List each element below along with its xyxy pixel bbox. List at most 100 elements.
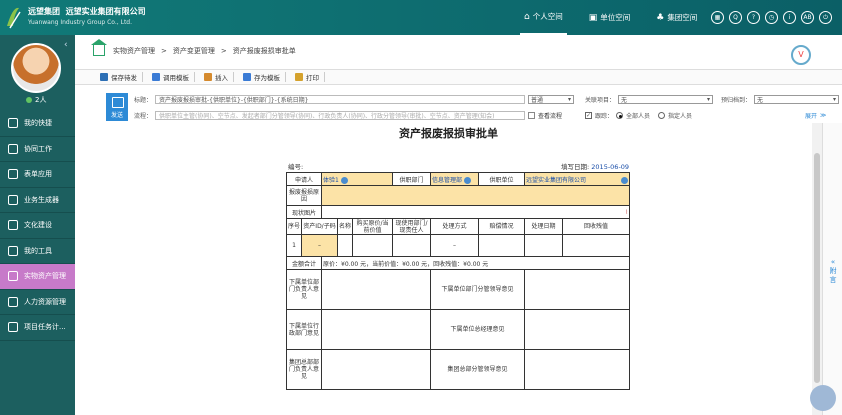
vertical-scrollbar[interactable]: [812, 123, 822, 415]
track-label: 跟踪：: [595, 113, 614, 120]
topnav-label: 单位空间: [600, 13, 631, 22]
photo-label: 现状图片: [285, 205, 323, 219]
topnav-home[interactable]: ⌂ 个人空间: [520, 0, 567, 35]
sidebar-item[interactable]: 项目任务计...: [0, 315, 75, 341]
toolbar-icon: [152, 73, 160, 81]
send-button[interactable]: 发送: [106, 93, 128, 121]
track-checkbox[interactable]: ✓: [585, 112, 592, 119]
breadcrumb: 实物资产管理 > 资产变更管理 > 资产报废报损审批单: [91, 39, 296, 56]
user-picker-icon[interactable]: [340, 176, 348, 184]
sidebar-item-label: 实物资产管理: [24, 272, 66, 281]
search-icon[interactable]: Q: [729, 11, 742, 24]
ab-icon[interactable]: AB: [801, 11, 814, 24]
title-input[interactable]: 资产报废报损审批-{供职单位}-{供职部门}-{系统日期}: [155, 95, 526, 104]
sidebar-item[interactable]: 我的快捷: [0, 111, 75, 137]
info-icon[interactable]: i: [783, 11, 796, 24]
home-icon[interactable]: [91, 39, 107, 56]
column-header: 回收残值: [562, 218, 631, 235]
expand-button[interactable]: 展开 ≫: [805, 111, 826, 120]
sidebar-item[interactable]: 表单应用: [0, 162, 75, 188]
unit-label: 供职单位: [478, 172, 526, 186]
flow-input[interactable]: 供职单位主管(协同)、空节点、发起者部门分管领导(协同)、行政负责人(协同)、行…: [155, 111, 526, 120]
column-header: 赔偿情况: [478, 218, 526, 235]
grid-icon[interactable]: ▦: [711, 11, 724, 24]
specified-people-radio[interactable]: [658, 112, 666, 119]
power-icon[interactable]: ⏻: [819, 11, 832, 24]
sidebar-item[interactable]: 文化建设: [0, 213, 75, 239]
dept-picker-icon[interactable]: [464, 176, 472, 184]
sidebar: ‹ 2人 我的快捷协同工作 表单应用业务生成器文化建设 我的工具实物资产管理人力资源…: [0, 35, 75, 415]
department-cell[interactable]: [392, 234, 432, 257]
breadcrumb-item[interactable]: 资产变更管理: [173, 46, 215, 56]
toolbar-button[interactable]: 存为模板: [238, 72, 286, 82]
priority-select[interactable]: 普通: [528, 95, 575, 104]
flow-row: 流程： 供职单位主管(协同)、空节点、发起者部门分管领导(协同)、行政负责人(协…: [134, 111, 562, 120]
related-project-select[interactable]: 无: [618, 95, 714, 104]
postscript-panel[interactable]: «附言: [822, 123, 842, 415]
sidebar-item[interactable]: 人力资源管理: [0, 290, 75, 315]
help-icon[interactable]: ?: [747, 11, 760, 24]
opinion-field[interactable]: [524, 349, 631, 390]
applicant-field[interactable]: 体验1: [321, 172, 394, 186]
asset-name-cell[interactable]: [337, 234, 354, 257]
topnav-group[interactable]: ♣ 集团空间: [652, 0, 701, 35]
sidebar-item[interactable]: 协同工作: [0, 137, 75, 162]
avatar[interactable]: [11, 43, 61, 93]
topnav-label: 个人空间: [532, 12, 563, 21]
online-status-icon: [26, 97, 32, 103]
all-people-radio[interactable]: [616, 112, 624, 119]
toolbar-button[interactable]: 调用模板: [147, 72, 195, 82]
menu-icon: [8, 296, 18, 307]
sidebar-item-label: 业务生成器: [24, 195, 59, 204]
sidebar-item-label: 我的快捷: [24, 119, 52, 128]
handle-date-cell[interactable]: [524, 234, 564, 257]
view-flow-button[interactable]: 查看流程: [538, 111, 562, 120]
opinion-label: 下属单位部门负责人意见: [285, 269, 323, 310]
top-icon-bar: ▦ Q? ◷ i AB ⏻: [706, 0, 832, 35]
toolbar-button[interactable]: 保存待发: [95, 72, 143, 82]
reason-label: 报废报损原因: [285, 185, 323, 206]
opinion-field[interactable]: [524, 269, 631, 310]
column-header: 现使用部门/现责任人: [392, 218, 432, 235]
speaker-icon[interactable]: [810, 385, 836, 411]
opinion-field[interactable]: [321, 269, 432, 310]
opinion-field[interactable]: [321, 349, 432, 390]
handling-cell[interactable]: –: [430, 234, 480, 257]
sidebar-item[interactable]: 我的工具: [0, 239, 75, 264]
archive-select[interactable]: 无: [754, 95, 840, 104]
column-header: 处理日期: [524, 218, 564, 235]
opinion-field[interactable]: [321, 309, 432, 350]
timer-icon[interactable]: V: [791, 45, 811, 65]
fill-date: 填写日期: 2015-06-09: [561, 163, 630, 171]
compensation-cell[interactable]: [478, 234, 526, 257]
clock-icon[interactable]: ◷: [765, 11, 778, 24]
top-nav: ⌂ 个人空间 ▣ 单位空间 ♣ 集团空间: [520, 0, 719, 35]
toolbar-label: 存为模板: [254, 74, 280, 82]
form-title: 资产报废报损审批单: [399, 127, 498, 140]
chevron-down-icon: ≫: [820, 112, 827, 119]
opinion-field[interactable]: [524, 309, 631, 350]
topnav-building[interactable]: ▣ 单位空间: [585, 0, 635, 35]
toolbar-button[interactable]: 插入: [199, 72, 234, 82]
toolbar-button[interactable]: 打印: [290, 72, 325, 82]
menu-icon: [8, 271, 18, 282]
logo-icon: [7, 7, 21, 29]
sidebar-item[interactable]: 实物资产管理: [0, 264, 75, 290]
collapse-sidebar-icon[interactable]: ‹: [64, 40, 68, 50]
online-users[interactable]: 2人: [26, 95, 46, 105]
dept-field[interactable]: 信息管理部: [430, 172, 480, 186]
unit-field[interactable]: 远望实业集团有限公司: [524, 172, 631, 186]
postscript-toggle[interactable]: «附言: [829, 258, 837, 285]
related-row: 关联项目： 无: [585, 95, 714, 104]
reason-textarea[interactable]: [321, 185, 631, 206]
scroll-thumb[interactable]: [814, 153, 820, 383]
unit-picker-icon[interactable]: [621, 176, 629, 184]
dept-label: 供职部门: [392, 172, 432, 186]
attach-icon[interactable]: ⌇: [321, 205, 631, 219]
residual-cell[interactable]: [562, 234, 631, 257]
breadcrumb-item[interactable]: 实物资产管理: [113, 46, 155, 56]
column-header: 名称: [337, 218, 354, 235]
sidebar-item[interactable]: 业务生成器: [0, 188, 75, 213]
asset-id-field[interactable]: –: [300, 234, 339, 257]
toolbar-icon: [243, 73, 251, 81]
